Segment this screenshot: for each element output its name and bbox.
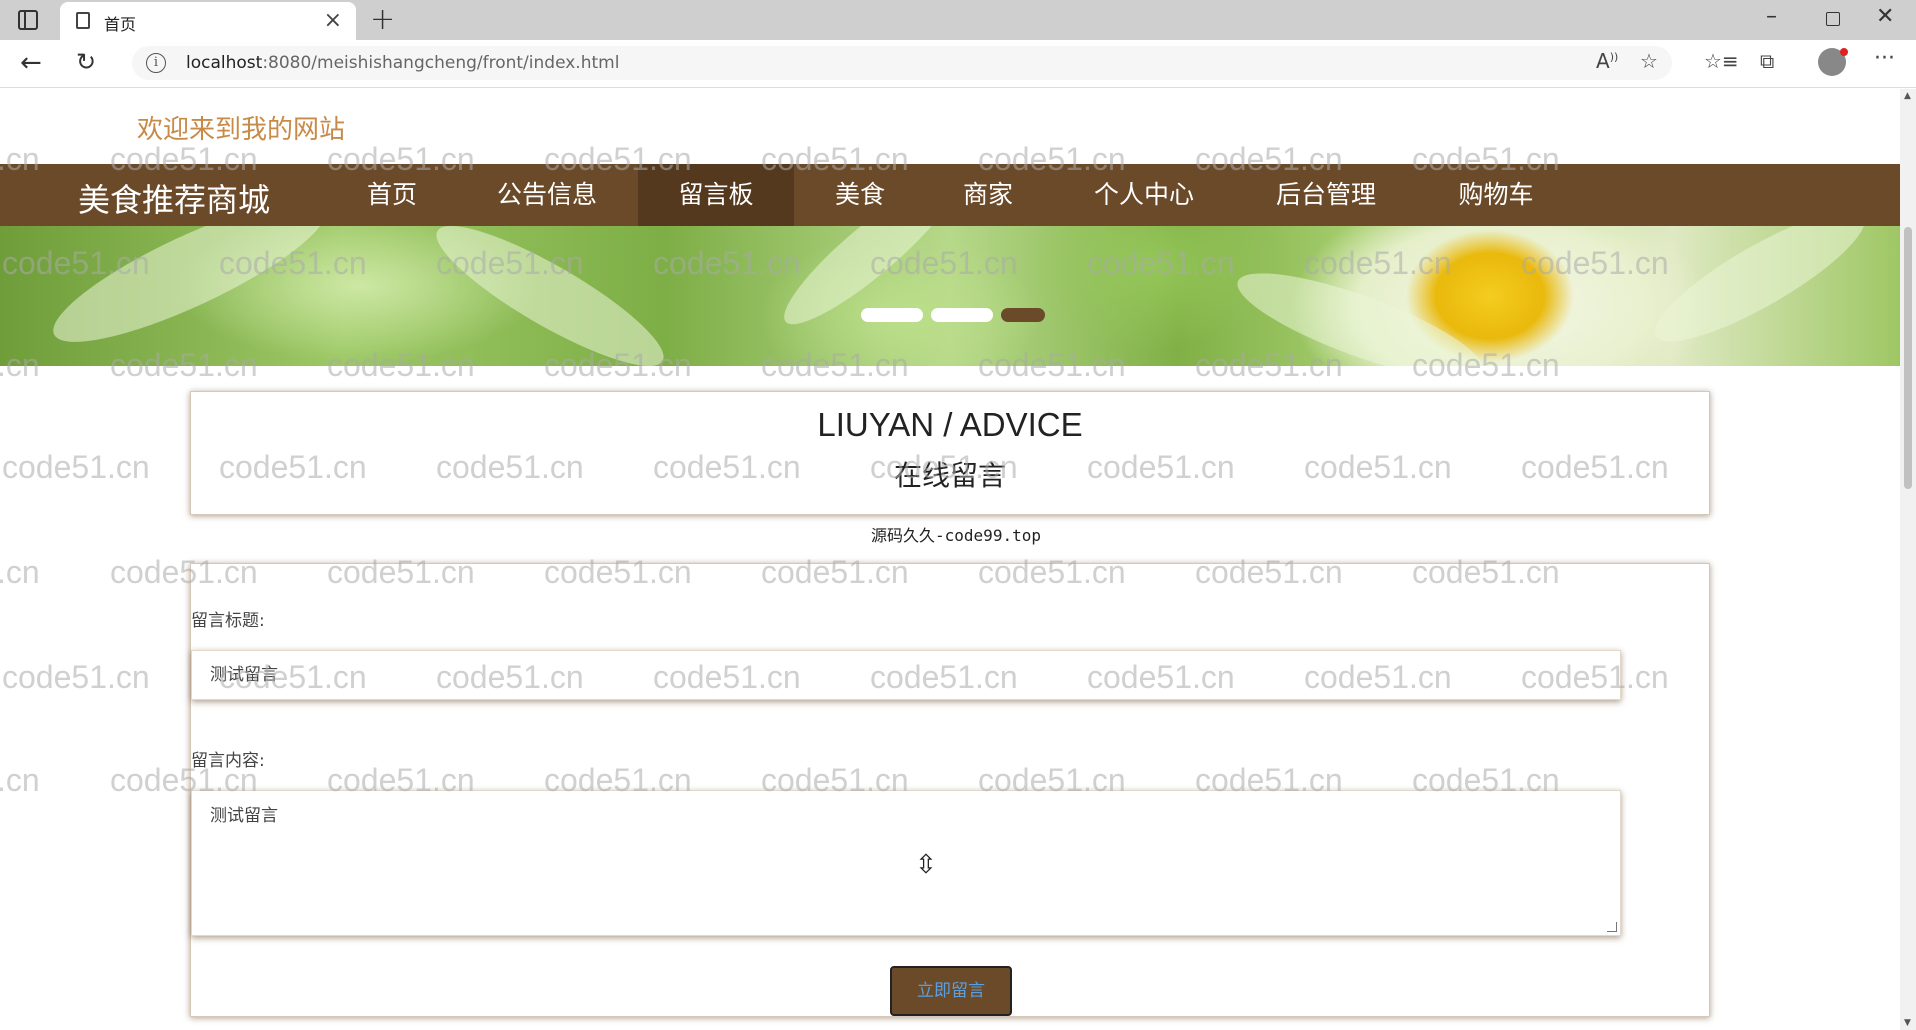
scroll-thumb[interactable] (1904, 227, 1912, 489)
carousel-dot-1[interactable] (861, 308, 923, 322)
banner-leaf (1227, 253, 1493, 366)
page-icon (76, 12, 90, 29)
main-navbar: 美食推荐商城 首页 公告信息 留言板 美食 商家 个人中心 后台管理 购物车 (0, 164, 1900, 226)
banner-leaf (1641, 226, 1879, 362)
url-host: localhost (186, 53, 263, 73)
nav-admin[interactable]: 后台管理 (1258, 164, 1394, 226)
submit-message-button[interactable]: 立即留言 (890, 966, 1012, 1016)
title-label: 留言标题: (191, 611, 265, 631)
textarea-resize-handle[interactable] (1607, 922, 1617, 932)
read-aloud-icon[interactable]: A)) (1596, 49, 1618, 73)
source-note: 源码久久-code99.top (871, 526, 1041, 545)
watermark-text: code51.cn (0, 762, 40, 798)
scroll-down-icon[interactable]: ▼ (1904, 1018, 1911, 1028)
nav-notices[interactable]: 公告信息 (478, 164, 616, 226)
section-title-en: LIUYAN / ADVICE (817, 406, 1083, 443)
window-minimize-icon[interactable]: – (1766, 4, 1777, 29)
nav-cart[interactable]: 购物车 (1446, 164, 1546, 226)
carousel-dot-2[interactable] (931, 308, 993, 322)
favorites-list-icon[interactable]: ☆≡ (1704, 49, 1739, 73)
carousel-dot-3[interactable] (1001, 308, 1045, 322)
reload-icon[interactable]: ↻ (76, 48, 96, 76)
welcome-text: 欢迎来到我的网站 (137, 115, 346, 145)
site-brand[interactable]: 美食推荐商城 (78, 175, 270, 221)
title-input[interactable]: 测试留言 (191, 650, 1621, 700)
banner-leaf (769, 226, 971, 341)
scroll-up-icon[interactable]: ▲ (1904, 91, 1911, 101)
nav-food[interactable]: 美食 (820, 164, 900, 226)
browser-address-bar: ← ↻ i localhost:8080/meishishangcheng/fr… (0, 40, 1916, 88)
nav-message-board[interactable]: 留言板 (638, 164, 794, 226)
nav-home[interactable]: 首页 (350, 164, 434, 226)
watermark-text: code51.cn (2, 659, 150, 695)
content-text: 测试留言 (210, 806, 278, 826)
tab-title: 首页 (104, 15, 137, 34)
site-info-icon[interactable]: i (146, 53, 166, 73)
message-form: 留言标题: 测试留言 留言内容: 测试留言 ⇳ 立即留言 (190, 563, 1710, 1017)
content-label: 留言内容: (191, 751, 265, 771)
window-close-icon[interactable]: ✕ (1876, 4, 1894, 29)
page-viewport: 欢迎来到我的网站 美食推荐商城 首页 公告信息 留言板 美食 商家 个人中心 后… (0, 89, 1900, 1030)
url-text[interactable]: localhost:8080/meishishangcheng/front/in… (186, 53, 619, 73)
url-field[interactable]: i localhost:8080/meishishangcheng/front/… (132, 46, 1672, 80)
content-textarea[interactable]: 测试留言 (191, 790, 1621, 936)
page-scrollbar[interactable]: ▲ ▼ (1900, 89, 1916, 1030)
banner-leaf (422, 226, 678, 366)
back-arrow-icon[interactable]: ← (20, 48, 42, 78)
new-tab-icon[interactable]: + (370, 2, 395, 37)
profile-notification-dot (1840, 48, 1848, 56)
banner-leaf (39, 226, 341, 366)
browser-tab-bar: 首页 × + – ✕ (0, 0, 1916, 40)
favorite-star-icon[interactable]: ☆ (1640, 49, 1658, 73)
window-restore-icon[interactable] (1826, 12, 1840, 26)
section-title-cn: 在线留言 (893, 459, 1006, 492)
text-cursor-icon: ⇳ (915, 850, 937, 880)
watermark-text: code51.cn (0, 554, 40, 590)
collections-icon[interactable]: ⧉ (1760, 49, 1774, 73)
url-path: :8080/meishishangcheng/front/index.html (262, 53, 620, 73)
nav-merchants[interactable]: 商家 (948, 164, 1028, 226)
section-header: LIUYAN / ADVICE 在线留言 (190, 391, 1710, 515)
watermark-text: code51.cn (2, 449, 150, 485)
tab-close-icon[interactable]: × (324, 8, 342, 33)
sidebar-toggle-icon[interactable] (18, 10, 38, 30)
browser-tab-home[interactable]: 首页 × (60, 2, 356, 40)
more-menu-icon[interactable]: ··· (1874, 46, 1895, 71)
banner-carousel (0, 226, 1900, 366)
nav-profile[interactable]: 个人中心 (1076, 164, 1212, 226)
